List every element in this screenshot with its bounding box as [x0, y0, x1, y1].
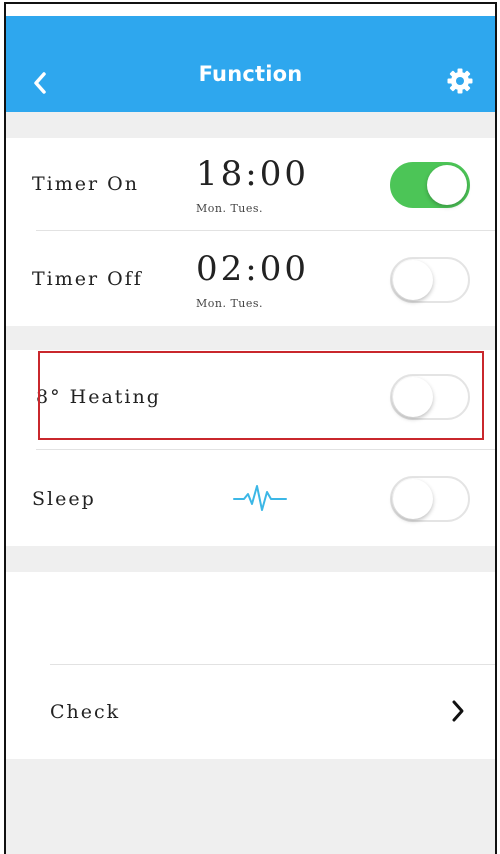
empty-section: [6, 572, 495, 664]
gear-icon: [447, 68, 473, 94]
bottom-area: [6, 759, 495, 854]
page-title: Function: [198, 62, 303, 86]
timer-off-days: Mon. Tues.: [196, 297, 264, 310]
timer-off-row: Timer Off 02:00 Mon. Tues.: [6, 231, 495, 326]
check-label: Check: [50, 701, 121, 723]
timer-on-days: Mon. Tues.: [196, 202, 264, 215]
timer-on-row: Timer On 18:00 Mon. Tues.: [6, 138, 495, 230]
toggle-knob: [393, 479, 433, 519]
section-separator: [6, 112, 495, 138]
timer-on-time[interactable]: 18:00: [196, 154, 309, 194]
section-separator: [6, 326, 495, 350]
toggle-knob: [427, 165, 467, 205]
sleep-label: Sleep: [32, 488, 96, 510]
toggle-knob: [393, 377, 433, 417]
sleep-wave-icon: [233, 485, 287, 511]
heating-toggle[interactable]: [390, 374, 470, 420]
settings-button[interactable]: [443, 64, 477, 98]
section-separator: [6, 546, 495, 572]
chevron-right-icon[interactable]: [449, 698, 467, 724]
toggle-knob: [393, 260, 433, 300]
timer-off-label: Timer Off: [32, 268, 143, 290]
status-bar: [6, 4, 495, 16]
app-screen: Function Timer On 18:00 Mon. Tues. Timer…: [4, 2, 497, 854]
heating-row: 8° Heating: [6, 350, 495, 440]
timer-on-toggle[interactable]: [390, 162, 470, 208]
timer-on-label: Timer On: [32, 173, 139, 195]
timer-off-toggle[interactable]: [390, 257, 470, 303]
heating-label: 8° Heating: [36, 386, 161, 408]
header-bar: Function: [6, 16, 495, 112]
check-row[interactable]: Check: [6, 665, 495, 759]
sleep-toggle[interactable]: [390, 476, 470, 522]
timer-off-time[interactable]: 02:00: [196, 249, 309, 289]
